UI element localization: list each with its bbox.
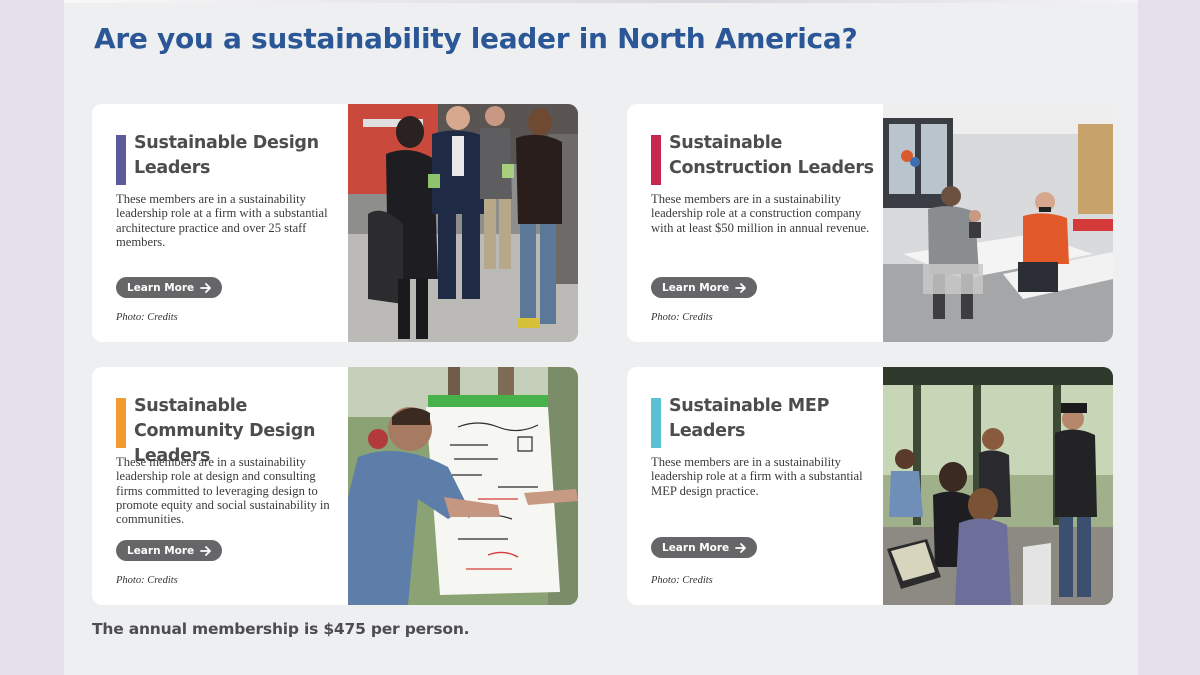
photo-outdoor-pavilion-meeting xyxy=(883,367,1113,605)
photo-credit: Photo: Credits xyxy=(116,312,178,323)
membership-card-design-leaders: Sustainable Design Leaders These members… xyxy=(92,104,578,342)
page-headline: Are you a sustainability leader in North… xyxy=(94,22,858,55)
arrow-right-icon xyxy=(200,545,212,556)
arrow-right-icon xyxy=(735,282,747,293)
card-description: These members are in a sustainability le… xyxy=(116,192,328,249)
membership-card-community-design-leaders: Sustainable Community Design Leaders The… xyxy=(92,367,578,605)
card-body: Sustainable Design Leaders These members… xyxy=(92,104,348,342)
page: Are you a sustainability leader in North… xyxy=(64,0,1138,675)
photo-credit: Photo: Credits xyxy=(651,312,713,323)
membership-card-mep-leaders: Sustainable MEP Leaders These members ar… xyxy=(627,367,1113,605)
photo-meeting-room xyxy=(883,104,1113,342)
card-photo xyxy=(348,104,578,342)
learn-more-label: Learn More xyxy=(127,544,195,557)
card-photo xyxy=(348,367,578,605)
photo-whiteboard-workshop xyxy=(348,367,578,605)
card-body: Sustainable Construction Leaders These m… xyxy=(627,104,883,342)
top-strip xyxy=(64,0,1138,3)
learn-more-label: Learn More xyxy=(127,281,195,294)
membership-price-note: The annual membership is $475 per person… xyxy=(92,620,470,638)
card-photo xyxy=(883,367,1113,605)
card-description: These members are in a sustainability le… xyxy=(651,192,870,235)
accent-bar xyxy=(651,398,661,448)
card-body: Sustainable MEP Leaders These members ar… xyxy=(627,367,883,605)
learn-more-button[interactable]: Learn More xyxy=(651,277,758,298)
photo-people-networking xyxy=(348,104,578,342)
accent-bar xyxy=(116,135,126,185)
arrow-right-icon xyxy=(735,542,747,553)
card-description: These members are in a sustainability le… xyxy=(651,455,863,498)
card-title: Sustainable Design Leaders xyxy=(134,133,319,178)
accent-bar xyxy=(116,398,126,448)
arrow-right-icon xyxy=(200,282,212,293)
learn-more-label: Learn More xyxy=(662,281,730,294)
card-title: Sustainable Construction Leaders xyxy=(669,133,874,178)
card-body: Sustainable Community Design Leaders The… xyxy=(92,367,348,605)
card-title: Sustainable MEP Leaders xyxy=(669,396,830,441)
membership-card-construction-leaders: Sustainable Construction Leaders These m… xyxy=(627,104,1113,342)
learn-more-label: Learn More xyxy=(662,541,730,554)
card-description: These members are in a sustainability le… xyxy=(116,455,330,527)
accent-bar xyxy=(651,135,661,185)
learn-more-button[interactable]: Learn More xyxy=(116,540,223,561)
card-photo xyxy=(883,104,1113,342)
photo-credit: Photo: Credits xyxy=(116,575,178,586)
learn-more-button[interactable]: Learn More xyxy=(651,537,758,558)
learn-more-button[interactable]: Learn More xyxy=(116,277,223,298)
photo-credit: Photo: Credits xyxy=(651,575,713,586)
